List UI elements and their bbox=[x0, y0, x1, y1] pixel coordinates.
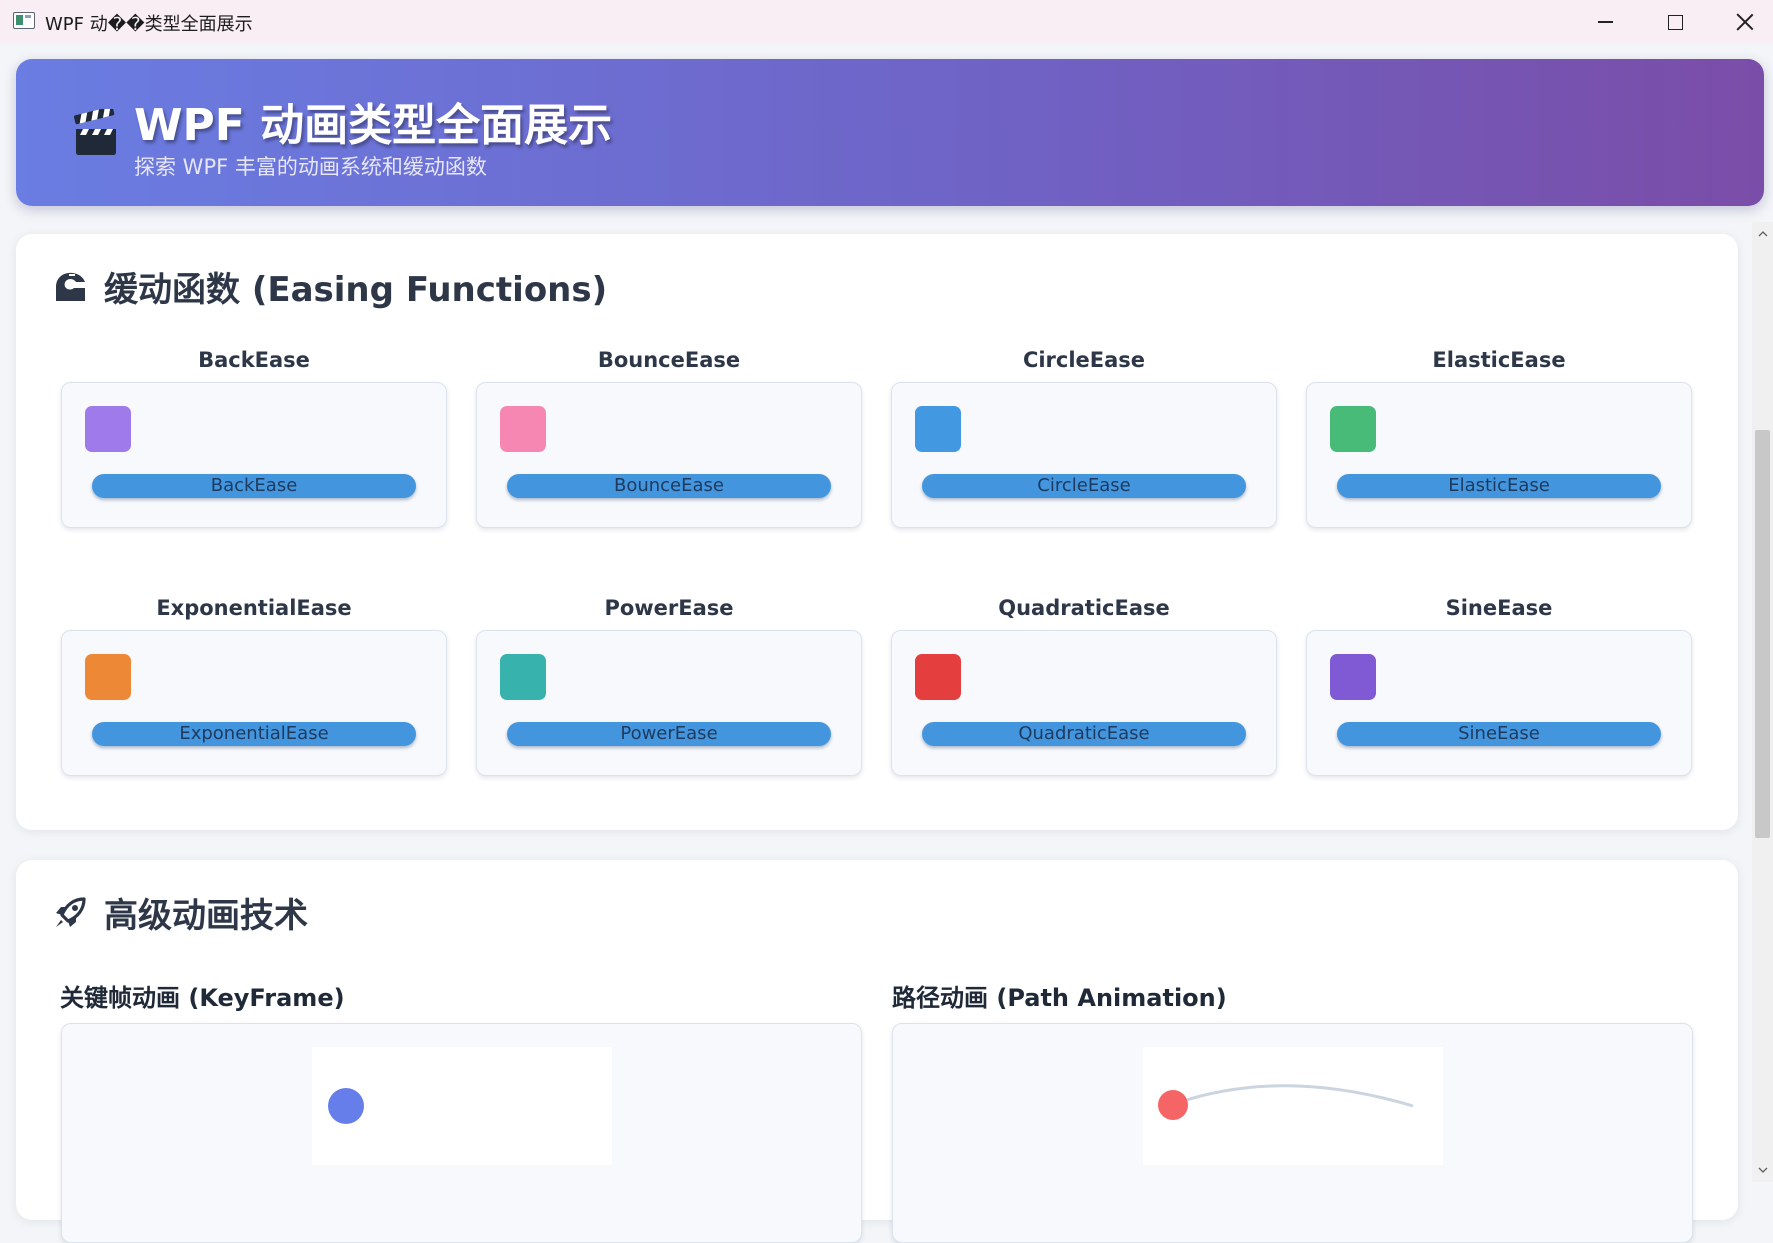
easing-card: SineEase SineEase bbox=[1306, 596, 1692, 776]
easing-card: CircleEase CircleEase bbox=[891, 348, 1277, 528]
scroll-up-icon[interactable] bbox=[1757, 228, 1769, 240]
easing-demo-box: ElasticEase bbox=[1306, 382, 1692, 528]
animated-square bbox=[85, 406, 131, 452]
easing-card-title: ElasticEase bbox=[1432, 348, 1566, 372]
maximize-button[interactable] bbox=[1640, 0, 1710, 44]
easing-curve-icon bbox=[56, 272, 85, 301]
animated-square bbox=[915, 654, 961, 700]
scrollbar-thumb[interactable] bbox=[1755, 430, 1770, 838]
minimize-icon bbox=[1597, 21, 1613, 23]
minimize-button[interactable] bbox=[1570, 0, 1640, 44]
easing-card: BounceEase BounceEase bbox=[476, 348, 862, 528]
animated-square bbox=[915, 406, 961, 452]
easing-card-title: BackEase bbox=[198, 348, 310, 372]
path-svg bbox=[1158, 1084, 1414, 1120]
easing-card-title: ExponentialEase bbox=[156, 596, 352, 620]
easing-card-title: PowerEase bbox=[604, 596, 734, 620]
path-animation-title: 路径动画 (Path Animation) bbox=[892, 984, 1227, 1012]
close-button[interactable] bbox=[1710, 0, 1773, 44]
easing-play-button[interactable]: BackEase bbox=[92, 474, 416, 498]
header-banner: WPF 动画类型全面展示 探索 WPF 丰富的动画系统和缓动函数 bbox=[16, 59, 1764, 206]
easing-play-button[interactable]: SineEase bbox=[1337, 722, 1661, 746]
advanced-animation-section: 高级动画技术 关键帧动画 (KeyFrame) 路径动画 (Path Anima… bbox=[16, 860, 1738, 1243]
easing-card: ElasticEase ElasticEase bbox=[1306, 348, 1692, 528]
easing-play-button[interactable]: BounceEase bbox=[507, 474, 831, 498]
animated-square bbox=[85, 654, 131, 700]
advanced-section-heading: 高级动画技术 bbox=[52, 888, 308, 937]
easing-functions-section: 缓动函数 (Easing Functions) BackEase BackEase… bbox=[16, 234, 1738, 830]
easing-demo-box: QuadraticEase bbox=[891, 630, 1277, 776]
easing-play-button[interactable]: QuadraticEase bbox=[922, 722, 1246, 746]
vertical-scrollbar[interactable] bbox=[1752, 222, 1773, 1182]
rocket-icon bbox=[56, 896, 86, 927]
app-icon bbox=[13, 12, 35, 29]
easing-demo-box: ExponentialEase bbox=[61, 630, 447, 776]
path-ball bbox=[1158, 1090, 1188, 1120]
page-subtitle: 探索 WPF 丰富的动画系统和缓动函数 bbox=[134, 155, 487, 179]
easing-demo-box: CircleEase bbox=[891, 382, 1277, 528]
easing-card-title: QuadraticEase bbox=[998, 596, 1170, 620]
easing-card: BackEase BackEase bbox=[61, 348, 447, 528]
page-title: WPF 动画类型全面展示 bbox=[134, 100, 613, 151]
easing-demo-box: BackEase bbox=[61, 382, 447, 528]
easing-card-title: CircleEase bbox=[1022, 348, 1146, 372]
easing-section-title: 缓动函数 (Easing Functions) bbox=[104, 270, 608, 310]
scroll-down-icon[interactable] bbox=[1757, 1164, 1769, 1176]
keyframe-svg bbox=[328, 1088, 364, 1124]
easing-card-title: SineEase bbox=[1445, 596, 1553, 620]
easing-play-button[interactable]: PowerEase bbox=[507, 722, 831, 746]
path-demo-box bbox=[892, 1023, 1693, 1243]
easing-card: ExponentialEase ExponentialEase bbox=[61, 596, 447, 776]
easing-section-heading: 缓动函数 (Easing Functions) bbox=[52, 262, 607, 311]
animated-square bbox=[500, 654, 546, 700]
easing-play-button[interactable]: CircleEase bbox=[922, 474, 1246, 498]
keyframe-title: 关键帧动画 (KeyFrame) bbox=[60, 984, 345, 1012]
animated-square bbox=[500, 406, 546, 452]
easing-card-title: BounceEase bbox=[597, 348, 741, 372]
animated-square bbox=[1330, 406, 1376, 452]
easing-play-button[interactable]: ElasticEase bbox=[1337, 474, 1661, 498]
easing-card: PowerEase PowerEase bbox=[476, 596, 862, 776]
animated-square bbox=[1330, 654, 1376, 700]
keyframe-ball bbox=[328, 1088, 364, 1124]
window-title: WPF 动��类型全面展示 bbox=[45, 14, 253, 35]
easing-play-button[interactable]: ExponentialEase bbox=[92, 722, 416, 746]
advanced-section-title: 高级动画技术 bbox=[104, 896, 308, 936]
clapperboard-icon bbox=[74, 109, 116, 155]
easing-demo-box: PowerEase bbox=[476, 630, 862, 776]
path-canvas bbox=[1143, 1047, 1443, 1165]
window-titlebar: WPF 动��类型全面展示 bbox=[0, 0, 1773, 44]
maximize-icon bbox=[1667, 14, 1683, 30]
keyframe-canvas bbox=[312, 1047, 612, 1165]
close-icon bbox=[1736, 13, 1754, 31]
easing-card: QuadraticEase QuadraticEase bbox=[891, 596, 1277, 776]
easing-demo-box: BounceEase bbox=[476, 382, 862, 528]
keyframe-demo-box bbox=[61, 1023, 862, 1243]
easing-demo-box: SineEase bbox=[1306, 630, 1692, 776]
motion-path bbox=[1176, 1084, 1414, 1108]
